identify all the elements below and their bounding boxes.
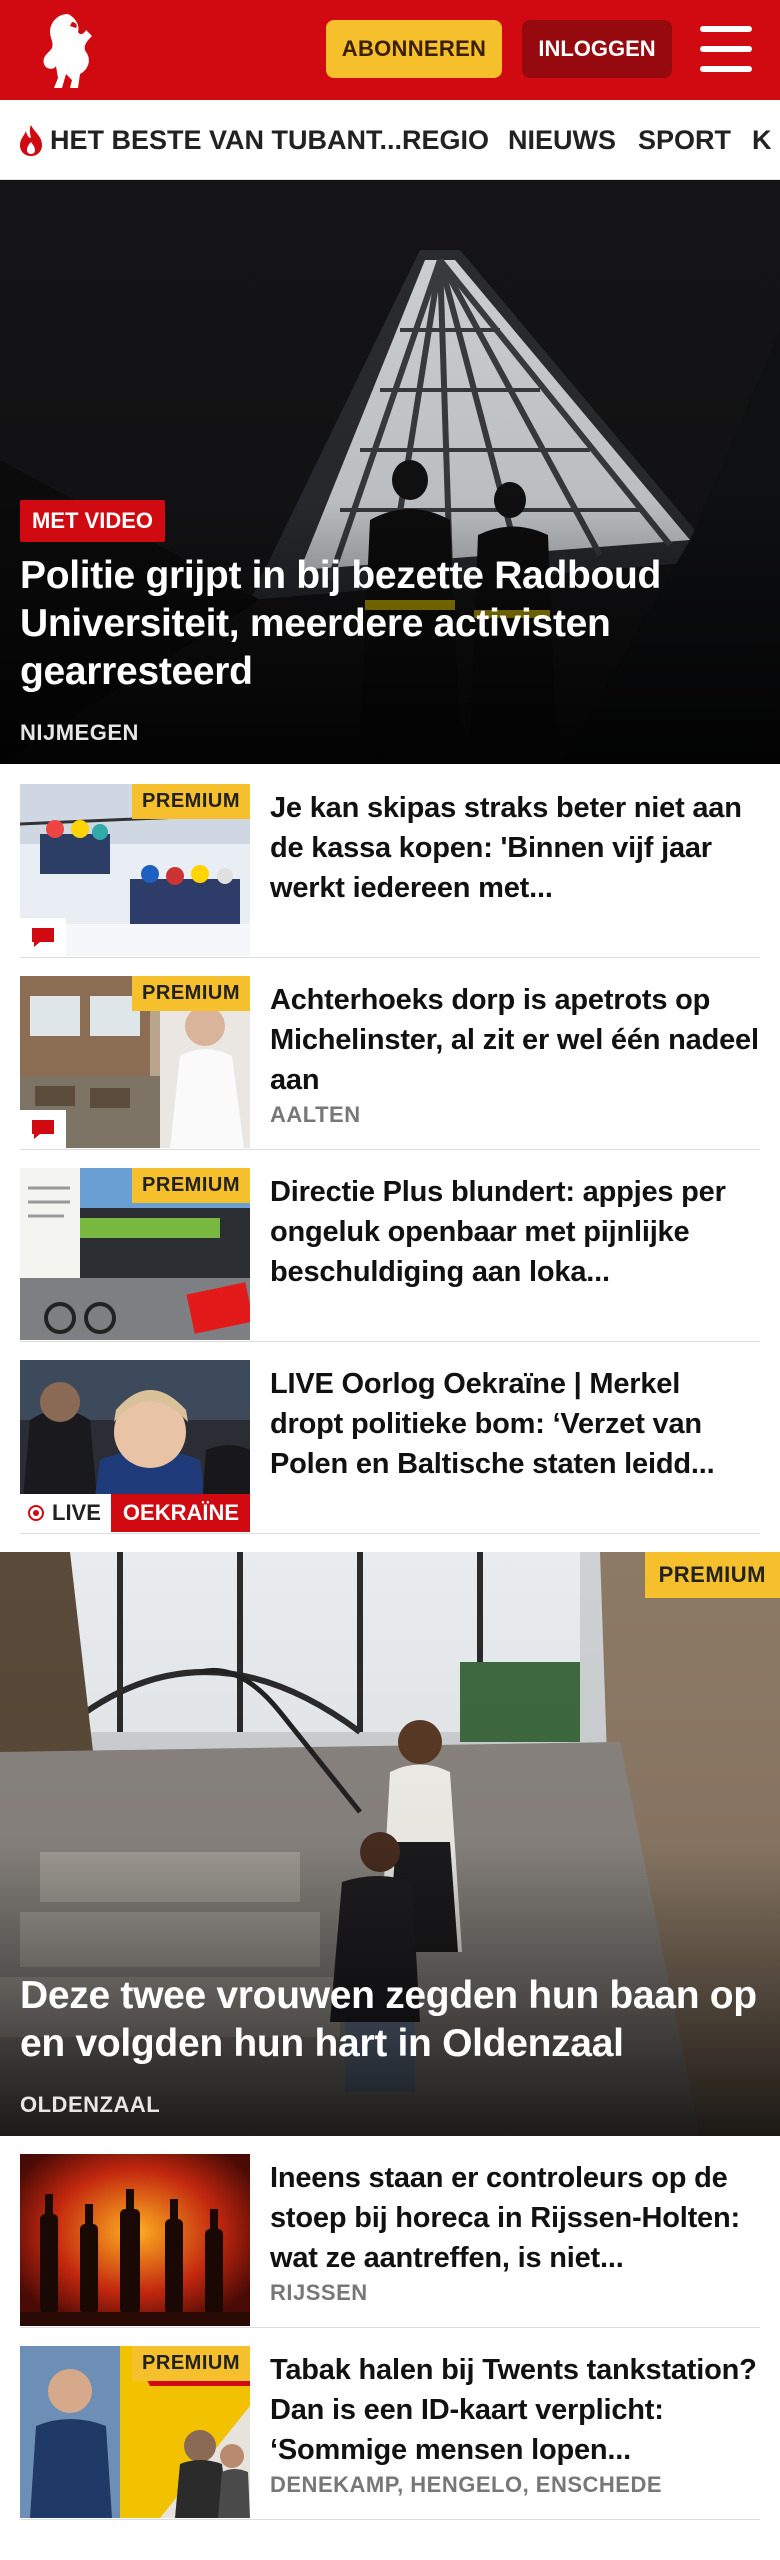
subscribe-button[interactable]: ABONNEREN (326, 20, 502, 78)
article-location: DENEKAMP, HENGELO, ENSCHEDE (270, 2472, 663, 2497)
live-badge: LIVE (20, 1494, 111, 1532)
nav-item-best-of[interactable]: HET BESTE VAN TUBANT... (16, 100, 403, 179)
premium-badge: PREMIUM (132, 2346, 250, 2381)
hamburger-menu-icon[interactable] (700, 26, 752, 72)
nav-item-sport[interactable]: SPORT (638, 100, 731, 179)
article-row[interactable]: PREMIUM Directie Plus blundert: appjes p… (20, 1150, 760, 1342)
top-bar: ABONNEREN INLOGGEN (0, 0, 780, 100)
live-label: LIVE (52, 1500, 101, 1525)
video-tag: MET VIDEO (20, 500, 166, 542)
login-button[interactable]: INLOGGEN (522, 20, 672, 78)
tubantia-horse-logo-icon[interactable] (28, 8, 108, 92)
live-dot-icon (28, 1505, 44, 1521)
article-thumbnail: PREMIUM (20, 2346, 250, 2518)
flame-icon (20, 125, 42, 156)
article-title[interactable]: Je kan skipas straks beter niet aan de k… (270, 788, 760, 908)
hero-article[interactable]: MET VIDEO Politie grijpt in bij bezette … (0, 180, 780, 764)
article-row[interactable]: LIVE OEKRAÏNE LIVE Oorlog Oekraïne | Mer… (20, 1342, 760, 1534)
article-thumbnail: PREMIUM (20, 976, 250, 1148)
live-badge-group: LIVE OEKRAÏNE (20, 1494, 250, 1532)
article-title[interactable]: LIVE Oorlog Oekraïne | Merkel dropt poli… (270, 1364, 760, 1484)
article-row[interactable]: Ineens staan er controleurs op de stoep … (20, 2136, 760, 2328)
premium-badge: PREMIUM (132, 1168, 250, 1203)
comment-icon (20, 918, 66, 956)
nav-item-k[interactable]: K (752, 100, 772, 179)
article-title[interactable]: Ineens staan er controleurs op de stoep … (270, 2158, 760, 2278)
topic-tag: OEKRAÏNE (110, 1494, 250, 1532)
article-thumbnail: PREMIUM (20, 1168, 250, 1340)
nav-item-regio[interactable]: REGIO (402, 100, 489, 179)
article-location: AALTEN (270, 1102, 361, 1127)
article-title[interactable]: Directie Plus blundert: appjes per ongel… (270, 1172, 760, 1292)
nav-item-label: HET BESTE VAN TUBANT... (50, 124, 403, 155)
comment-icon (20, 1110, 66, 1148)
nav-item-nieuws[interactable]: NIEUWS (508, 100, 616, 179)
feature-article[interactable]: PREMIUM Deze twee vrouwen zegden hun baa… (0, 1552, 780, 2136)
article-title[interactable]: Tabak halen bij Twents tankstati­on? Dan… (270, 2350, 760, 2470)
article-row[interactable]: PREMIUM Je kan skipas straks beter niet … (20, 766, 760, 958)
article-title[interactable]: Achterhoeks dorp is apetrots op Michelin… (270, 980, 760, 1100)
premium-badge: PREMIUM (132, 784, 250, 819)
feature-title[interactable]: Deze twee vrouwen zegden hun baan op en … (20, 1972, 760, 2068)
section-nav: HET BESTE VAN TUBANT... REGIO NIEUWS SPO… (0, 100, 780, 180)
premium-badge: PREMIUM (132, 976, 250, 1011)
feature-location: OLDENZAAL (20, 2092, 161, 2117)
hero-location: NIJMEGEN (20, 720, 139, 745)
hero-title[interactable]: Politie grijpt in bij bezette Radboud Un… (20, 552, 760, 696)
article-thumbnail: PREMIUM (20, 784, 250, 956)
article-location: RIJSSEN (270, 2280, 368, 2305)
article-thumbnail: LIVE OEKRAÏNE (20, 1360, 250, 1532)
article-row[interactable]: PREMIUM Achterhoeks dorp is apetrots op … (20, 958, 760, 1150)
premium-badge: PREMIUM (644, 1552, 780, 1598)
article-thumbnail (20, 2154, 250, 2326)
article-row[interactable]: PREMIUM Tabak halen bij Twents tankstati… (20, 2328, 760, 2520)
